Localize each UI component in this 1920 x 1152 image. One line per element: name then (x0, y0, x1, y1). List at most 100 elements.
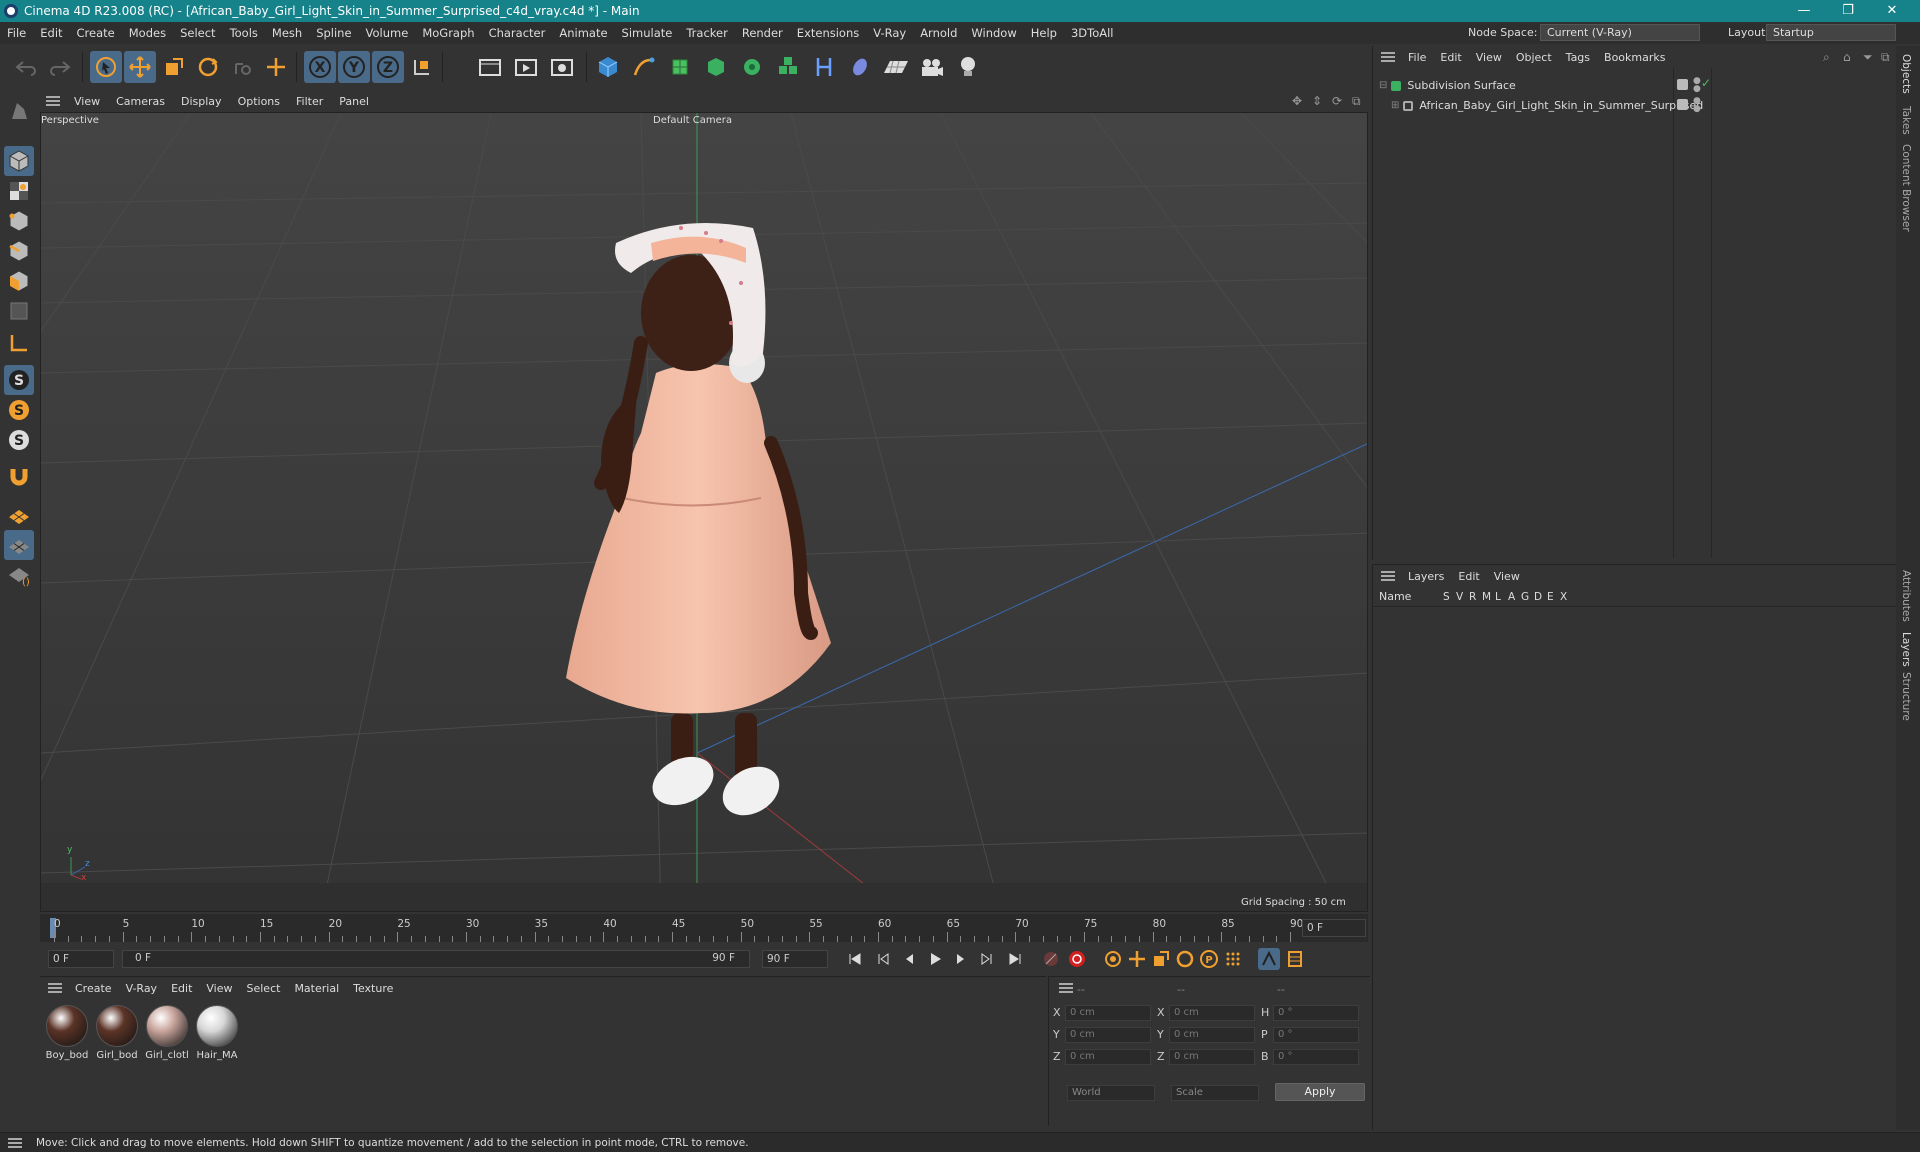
magnet-tool-icon[interactable] (4, 462, 34, 492)
timeline-ruler[interactable]: 0 5 10 15 20 25 30 35 40 45 50 55 60 65 70 75 80 85 90 0 F (40, 914, 1368, 942)
menu-animate[interactable]: Animate (552, 26, 614, 40)
layer-col-flag[interactable]: A (1508, 591, 1521, 603)
layer-menu-layers[interactable]: Layers (1401, 570, 1451, 583)
material-menu-vray[interactable]: V-Ray (119, 982, 165, 995)
scale-tool-icon[interactable] (158, 51, 190, 83)
viewport-menu-filter[interactable]: Filter (288, 95, 331, 108)
material-preview-icon[interactable] (96, 1005, 138, 1047)
record-rotation-icon[interactable] (1174, 948, 1196, 970)
coord-value-field[interactable]: 0 cm (1065, 1049, 1151, 1065)
material-menu-create[interactable]: Create (68, 982, 119, 995)
layer-menu-edit[interactable]: Edit (1451, 570, 1486, 583)
side-tab-structure[interactable]: Structure (1900, 672, 1912, 721)
menu-extensions[interactable]: Extensions (790, 26, 866, 40)
snap-settings-icon[interactable]: S (4, 395, 34, 425)
render-picture-viewer-icon[interactable] (510, 51, 542, 83)
layer-menu-view[interactable]: View (1487, 570, 1527, 583)
coord-scale-dropdown[interactable]: Scale (1171, 1085, 1259, 1101)
layout-dropdown[interactable]: Startup (1766, 24, 1896, 41)
previous-frame-icon[interactable] (898, 948, 920, 970)
mograph-cloner-icon[interactable] (736, 51, 768, 83)
apply-button[interactable]: Apply (1275, 1083, 1365, 1101)
layer-col-flag[interactable]: S (1443, 591, 1456, 603)
texture-mode-icon[interactable] (4, 176, 34, 206)
model-mode-icon[interactable] (4, 146, 34, 176)
add-object-icon[interactable] (260, 51, 292, 83)
snap-workplane-icon[interactable]: S (4, 425, 34, 455)
menu-file[interactable]: File (0, 26, 33, 40)
close-button[interactable]: ✕ (1870, 0, 1914, 22)
cube-primitive-icon[interactable] (592, 51, 624, 83)
record-parameter-icon[interactable]: P (1198, 948, 1220, 970)
point-mode-icon[interactable] (4, 206, 34, 236)
autokey-icon[interactable] (1066, 948, 1088, 970)
start-frame-field[interactable]: 0 F (48, 950, 114, 968)
locked-workplane-icon[interactable]: () (4, 560, 34, 590)
object-name[interactable]: Subdivision Surface (1407, 79, 1515, 92)
enabled-check-icon[interactable]: ✓ (1701, 76, 1711, 90)
layer-col-flag[interactable]: R (1469, 591, 1482, 603)
layer-col-flag[interactable]: G (1521, 591, 1534, 603)
viewport-menu-options[interactable]: Options (230, 95, 288, 108)
live-selection-icon[interactable] (226, 51, 258, 83)
node-space-dropdown[interactable]: Current (V-Ray) (1540, 24, 1700, 41)
material-preview-icon[interactable] (196, 1005, 238, 1047)
viewport-maximize-icon[interactable]: ⧉ (1352, 94, 1361, 109)
edge-mode-icon[interactable] (4, 236, 34, 266)
object-menu-bookmarks[interactable]: Bookmarks (1597, 51, 1672, 64)
menu-render[interactable]: Render (735, 26, 790, 40)
subdivision-surface-icon[interactable] (664, 51, 696, 83)
menu-simulate[interactable]: Simulate (615, 26, 680, 40)
menu-vray[interactable]: V-Ray (866, 26, 913, 40)
material-item[interactable]: Boy_bod (44, 1005, 90, 1061)
render-view-icon[interactable] (474, 51, 506, 83)
coord-value-field[interactable]: 0 cm (1065, 1005, 1151, 1021)
material-menu-material[interactable]: Material (287, 982, 346, 995)
x-axis-lock-icon[interactable]: X (304, 51, 336, 83)
status-menu-icon[interactable] (8, 1137, 22, 1148)
viewport-pan-icon[interactable]: ✥ (1292, 94, 1302, 108)
end-frame-field[interactable]: 90 F (762, 950, 828, 968)
viewport-menu-cameras[interactable]: Cameras (108, 95, 173, 108)
mograph-fracture-icon[interactable] (772, 51, 804, 83)
workplane-icon[interactable] (4, 500, 34, 530)
grid-icon[interactable] (4, 530, 34, 560)
snap-enable-icon[interactable]: S (4, 365, 34, 395)
viewport-camera-name[interactable]: Default Camera (653, 115, 732, 126)
coord-value-field[interactable]: 0 ° (1273, 1027, 1359, 1043)
coord-menu-icon[interactable] (1059, 983, 1073, 993)
object-home-icon[interactable]: ⌂ (1843, 50, 1851, 64)
axis-mode-icon[interactable] (4, 328, 34, 358)
coord-world-dropdown[interactable]: World (1067, 1085, 1155, 1101)
object-menu-icon[interactable] (1381, 52, 1395, 62)
keyframe-selection-icon[interactable] (1102, 948, 1124, 970)
layer-col-flag[interactable]: E (1547, 591, 1560, 603)
object-row-subdivision-surface[interactable]: ⊟ Subdivision Surface ● ● ✓ (1373, 76, 1897, 95)
menu-3dtoall[interactable]: 3DToAll (1064, 26, 1121, 40)
undo-icon[interactable] (10, 51, 42, 83)
material-preview-icon[interactable] (146, 1005, 188, 1047)
menu-modes[interactable]: Modes (122, 26, 173, 40)
expand-icon[interactable]: ⊞ (1391, 100, 1399, 111)
object-new-window-icon[interactable]: ⧉ (1881, 50, 1890, 65)
field-icon[interactable] (844, 51, 876, 83)
go-to-end-icon[interactable] (1004, 948, 1026, 970)
next-keyframe-icon[interactable] (976, 948, 998, 970)
menu-window[interactable]: Window (964, 26, 1023, 40)
deformer-icon[interactable] (808, 51, 840, 83)
material-menu-edit[interactable]: Edit (164, 982, 199, 995)
layer-col-flag[interactable]: X (1560, 591, 1573, 603)
object-menu-tags[interactable]: Tags (1559, 51, 1597, 64)
record-disabled-icon[interactable] (1040, 948, 1062, 970)
material-menu-icon[interactable] (48, 983, 62, 993)
polygon-mode-icon[interactable] (4, 266, 34, 296)
coord-value-field[interactable]: 0 cm (1065, 1027, 1151, 1043)
motion-system-icon[interactable] (1258, 948, 1280, 970)
uv-mode-icon[interactable] (4, 296, 34, 326)
move-tool-icon[interactable] (124, 51, 156, 83)
layer-col-flag[interactable]: V (1456, 591, 1469, 603)
z-axis-lock-icon[interactable]: Z (372, 51, 404, 83)
material-menu-view[interactable]: View (199, 982, 239, 995)
layer-tag-icon[interactable] (1677, 79, 1688, 90)
material-menu-select[interactable]: Select (240, 982, 288, 995)
